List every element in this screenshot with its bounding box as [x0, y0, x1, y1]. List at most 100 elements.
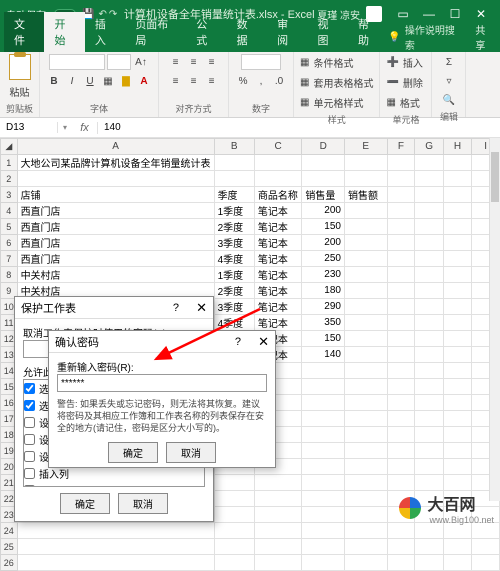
cell[interactable] — [344, 539, 387, 555]
underline-icon[interactable]: U — [82, 73, 98, 89]
col-header[interactable]: H — [443, 139, 471, 155]
insert-cells-button[interactable]: ➕插入 — [386, 54, 422, 71]
cell[interactable] — [302, 507, 345, 523]
cell[interactable]: 1季度 — [214, 203, 254, 219]
sort-filter-icon[interactable]: ▿ — [441, 73, 457, 89]
paste-button[interactable]: 粘贴 — [8, 83, 32, 100]
cell[interactable] — [214, 491, 254, 507]
col-header[interactable]: C — [254, 139, 302, 155]
cell[interactable] — [415, 219, 444, 235]
cell[interactable] — [387, 235, 415, 251]
cell[interactable] — [443, 251, 471, 267]
cell[interactable] — [302, 427, 345, 443]
col-header[interactable]: B — [214, 139, 254, 155]
cell[interactable] — [443, 299, 471, 315]
cell[interactable] — [344, 427, 387, 443]
cell[interactable]: 2季度 — [214, 219, 254, 235]
cell[interactable] — [415, 267, 444, 283]
cell[interactable] — [472, 555, 500, 571]
protect-dialog-close-icon[interactable]: ✕ — [179, 300, 207, 316]
cell[interactable] — [302, 555, 345, 571]
cell[interactable]: 1季度 — [214, 267, 254, 283]
protect-option-checkbox[interactable] — [24, 468, 35, 479]
col-header[interactable]: D — [302, 139, 345, 155]
scrollbar-thumb[interactable] — [491, 152, 499, 202]
cell[interactable]: 笔记本 — [254, 203, 302, 219]
cell[interactable] — [254, 155, 302, 171]
row-header[interactable]: 1 — [1, 155, 18, 171]
cell[interactable]: 笔记本 — [254, 283, 302, 299]
cell[interactable] — [387, 395, 415, 411]
cell[interactable] — [387, 475, 415, 491]
cell[interactable] — [344, 443, 387, 459]
decimal-dec-icon[interactable]: .0 — [271, 73, 287, 89]
cell[interactable] — [443, 283, 471, 299]
protect-option-checkbox[interactable] — [24, 451, 35, 462]
cell[interactable] — [302, 155, 345, 171]
cell[interactable] — [254, 491, 302, 507]
align-center-icon[interactable]: ≡ — [186, 73, 202, 89]
cell[interactable] — [387, 555, 415, 571]
cell[interactable]: 季度 — [214, 187, 254, 203]
cell[interactable] — [443, 459, 471, 475]
cell[interactable] — [415, 187, 444, 203]
conditional-formatting-button[interactable]: ▦条件格式 — [300, 54, 353, 71]
cell[interactable] — [214, 539, 254, 555]
font-color-icon[interactable]: A — [136, 73, 152, 89]
protect-option-checkbox[interactable] — [24, 417, 35, 428]
cell[interactable]: 2季度 — [214, 283, 254, 299]
cell[interactable]: 笔记本 — [254, 251, 302, 267]
confirm-password-input[interactable] — [57, 374, 267, 392]
cell[interactable]: 180 — [302, 283, 345, 299]
cell[interactable] — [344, 155, 387, 171]
cell[interactable]: 西直门店 — [17, 251, 214, 267]
cell[interactable] — [254, 555, 302, 571]
cell[interactable] — [443, 187, 471, 203]
name-box[interactable]: D13 — [0, 122, 58, 133]
cell[interactable] — [254, 507, 302, 523]
align-top-icon[interactable]: ≡ — [168, 54, 184, 70]
row-header[interactable]: 5 — [1, 219, 18, 235]
cell[interactable] — [214, 555, 254, 571]
align-left-icon[interactable]: ≡ — [168, 73, 184, 89]
cell[interactable] — [443, 411, 471, 427]
cell[interactable] — [344, 507, 387, 523]
cell[interactable] — [254, 475, 302, 491]
cell[interactable]: 150 — [302, 331, 345, 347]
cell[interactable] — [302, 379, 345, 395]
cell[interactable] — [387, 379, 415, 395]
cell[interactable] — [387, 299, 415, 315]
cell[interactable] — [387, 459, 415, 475]
cell[interactable] — [415, 411, 444, 427]
row-header[interactable]: 2 — [1, 171, 18, 187]
row-header[interactable]: 25 — [1, 539, 18, 555]
cell[interactable] — [443, 235, 471, 251]
cell[interactable] — [443, 315, 471, 331]
confirm-ok-button[interactable]: 确定 — [108, 442, 158, 463]
cell[interactable] — [387, 539, 415, 555]
formula-bar[interactable]: 140 — [98, 122, 500, 133]
cell-styles-button[interactable]: ▦单元格样式 — [300, 94, 363, 111]
cell[interactable]: 笔记本 — [254, 235, 302, 251]
cell[interactable] — [443, 395, 471, 411]
cell[interactable] — [443, 443, 471, 459]
cell[interactable] — [415, 379, 444, 395]
tab-data[interactable]: 数据 — [227, 12, 267, 52]
row-header[interactable]: 26 — [1, 555, 18, 571]
cell[interactable] — [415, 539, 444, 555]
row-header[interactable]: 6 — [1, 235, 18, 251]
bold-icon[interactable]: B — [46, 73, 62, 89]
cell[interactable] — [302, 443, 345, 459]
find-select-icon[interactable]: 🔍 — [441, 92, 457, 108]
cell[interactable] — [443, 347, 471, 363]
cell[interactable] — [387, 187, 415, 203]
cell[interactable]: 店铺 — [17, 187, 214, 203]
tab-view[interactable]: 视图 — [308, 12, 348, 52]
cell[interactable] — [344, 555, 387, 571]
col-header[interactable]: F — [387, 139, 415, 155]
row-header[interactable]: 7 — [1, 251, 18, 267]
cell[interactable] — [443, 267, 471, 283]
cell[interactable] — [344, 459, 387, 475]
cell[interactable] — [302, 491, 345, 507]
cell[interactable]: 4季度 — [214, 315, 254, 331]
